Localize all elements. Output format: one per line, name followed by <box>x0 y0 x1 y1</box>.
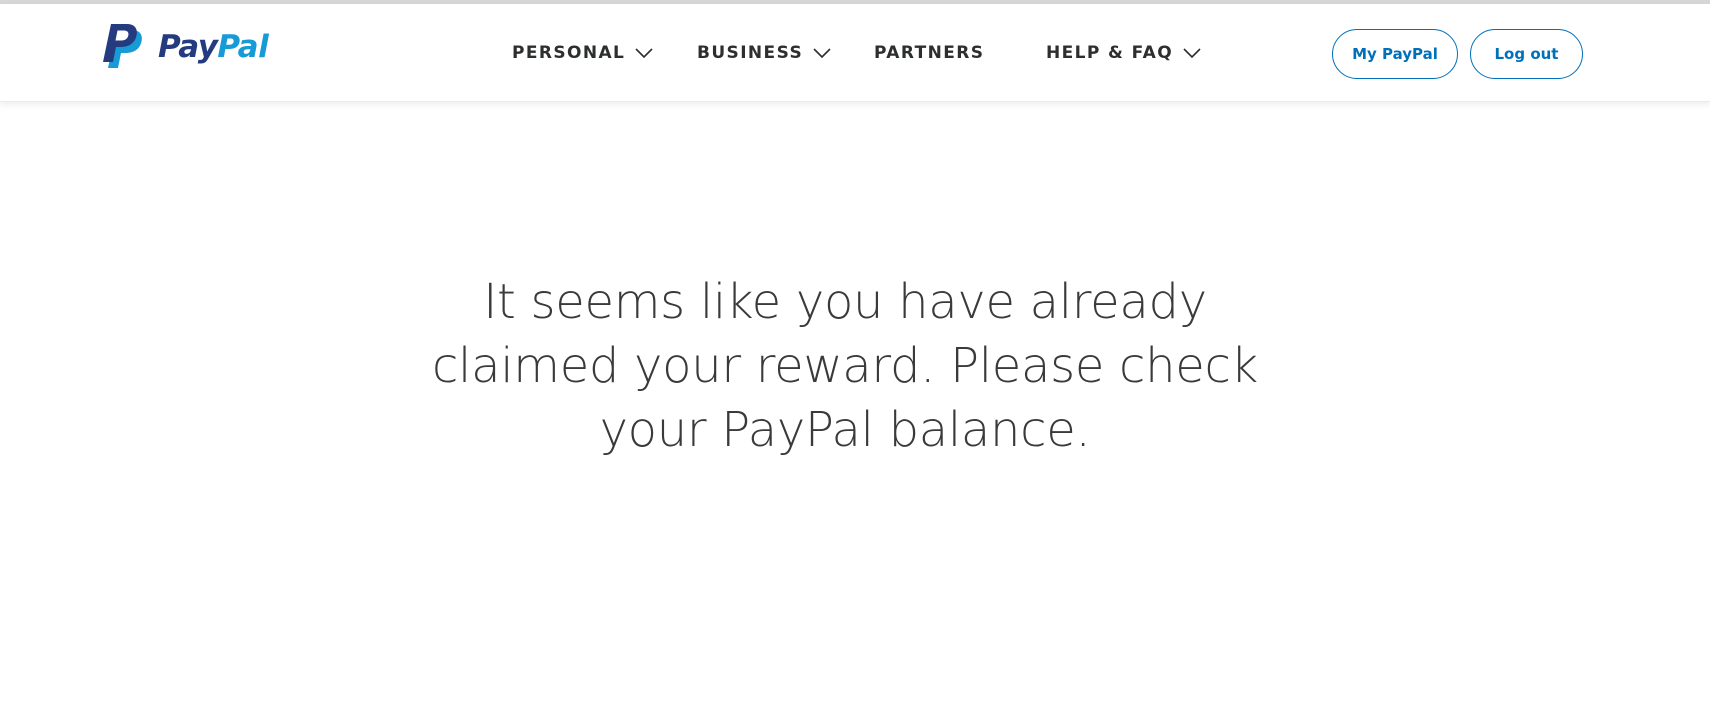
my-paypal-button[interactable]: My PayPal <box>1332 29 1458 79</box>
chevron-down-icon <box>635 47 653 58</box>
nav-item-label: PERSONAL <box>512 43 626 63</box>
nav-item-label: HELP & FAQ <box>1046 43 1174 63</box>
chevron-down-icon <box>813 47 831 58</box>
nav-item-business[interactable]: BUSINESS <box>697 4 831 102</box>
main-content: It seems like you have already claimed y… <box>0 270 1690 462</box>
chevron-down-icon <box>1183 47 1201 58</box>
logout-button[interactable]: Log out <box>1470 29 1583 79</box>
reward-claimed-message: It seems like you have already claimed y… <box>431 274 1259 458</box>
nav-item-help-faq[interactable]: HELP & FAQ <box>1046 4 1201 102</box>
nav-item-personal[interactable]: PERSONAL <box>512 4 653 102</box>
nav-item-partners[interactable]: PARTNERS <box>874 4 984 102</box>
nav-item-label: BUSINESS <box>697 43 804 63</box>
nav-item-label: PARTNERS <box>874 43 985 63</box>
